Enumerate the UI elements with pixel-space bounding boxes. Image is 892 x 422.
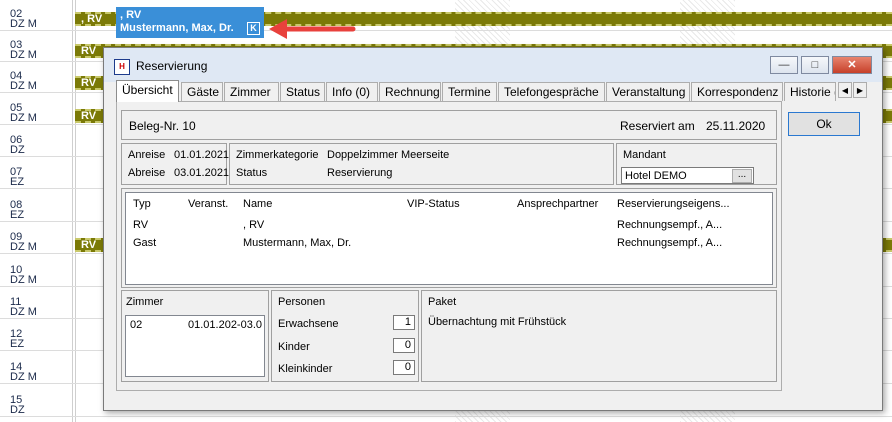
reservation-dialog: H Reservierung — □ ✕ Übersicht Gäste Zim… (103, 47, 883, 411)
kinder-label: Kinder (278, 341, 310, 353)
paket-label: Paket (428, 296, 457, 308)
tab-scroll-left-icon[interactable]: ◀ (838, 82, 852, 98)
mandant-browse-button[interactable]: ... (732, 169, 752, 183)
col-header-ansprechpartner[interactable]: Ansprechpartner (517, 198, 598, 210)
dialog-title: Reservierung (136, 59, 208, 73)
header-box: Beleg-Nr. 10 Reserviert am 25.11.2020 (121, 110, 777, 140)
room-label: 14 DZ M (10, 361, 37, 383)
zimmer-dates: 01.01.202-03.0 (188, 319, 263, 331)
cell-typ: Gast (133, 237, 157, 249)
tab-korrespondenz[interactable]: Korrespondenz (691, 82, 783, 101)
beleg-number: Beleg-Nr. 10 (129, 119, 196, 133)
red-arrow-icon (269, 19, 356, 39)
selected-booking-line1: , RV (120, 9, 142, 21)
room-label: 06 DZ (10, 134, 25, 156)
room-label: 09 DZ M (10, 231, 37, 253)
zimmer-label: Zimmer (126, 296, 164, 308)
abreise-label: Abreise (128, 167, 166, 179)
tab-veranstaltung[interactable]: Veranstaltung (606, 82, 690, 101)
room-label: 11 DZ M (10, 296, 37, 318)
room-label: 05 DZ M (10, 102, 37, 124)
status-label: Status (236, 167, 268, 179)
tab-uebersicht[interactable]: Übersicht (116, 80, 179, 102)
zimmer-box: Zimmer 02 01.01.202-03.0 (121, 290, 269, 382)
room-label: 15 DZ (10, 394, 25, 416)
col-header-reservierung[interactable]: Reservierungseigens... (617, 198, 730, 210)
abreise-date: 03.01.2021 (174, 167, 230, 179)
erwachsene-field[interactable]: 1 (393, 315, 415, 330)
zimmer-list[interactable]: 02 01.01.202-03.0 (125, 315, 265, 377)
status-value: Reservierung (327, 167, 393, 179)
room-label: 03 DZ M (10, 39, 37, 61)
maximize-button[interactable]: □ (801, 56, 829, 74)
room-label: 02 DZ M (10, 8, 37, 30)
personen-box: Personen Erwachsene 1 Kinder 0 Kleinkind… (271, 290, 419, 382)
booking-bar-label: , RV (81, 13, 103, 25)
kleinkinder-field[interactable]: 0 (393, 360, 415, 375)
paket-value: Übernachtung mit Frühstück (428, 316, 567, 328)
reserviert-date: 25.11.2020 (706, 119, 766, 133)
booking-bar-label: RV (81, 239, 97, 251)
room-label: 10 DZ M (10, 264, 37, 286)
tab-historie[interactable]: Historie ( (784, 82, 836, 101)
cell-name: Mustermann, Max, Dr. (243, 237, 352, 249)
booking-bar-label: RV (81, 45, 97, 57)
mandant-value: Hotel DEMO (625, 170, 687, 182)
minimize-button[interactable]: — (770, 56, 798, 74)
room-label: 08 EZ (10, 199, 25, 221)
booking-bar-label: RV (81, 110, 97, 122)
kinder-field[interactable]: 0 (393, 338, 415, 353)
cell-typ: RV (133, 219, 149, 231)
tab-status[interactable]: Status (280, 82, 325, 101)
selected-booking[interactable]: , RV Mustermann, Max, Dr. K (116, 7, 264, 38)
guest-list[interactable]: Typ Veranst. Name VIP-Status Ansprechpar… (125, 192, 773, 285)
overview-panel: Beleg-Nr. 10 Reserviert am 25.11.2020 An… (116, 101, 782, 391)
tab-info[interactable]: Info (0) (326, 82, 378, 101)
anreise-date: 01.01.2021 (174, 149, 230, 161)
dialog-titlebar[interactable]: H Reservierung — □ ✕ (104, 48, 882, 82)
erwachsene-label: Erwachsene (278, 318, 339, 330)
guests-box: Typ Veranst. Name VIP-Status Ansprechpar… (121, 188, 777, 288)
booking-bar-label: RV (81, 77, 97, 89)
paket-box: Paket Übernachtung mit Frühstück (421, 290, 777, 382)
selected-booking-name: Mustermann, Max, Dr. (120, 22, 234, 34)
col-header-typ[interactable]: Typ (133, 198, 151, 210)
reserviert-label: Reserviert am (620, 119, 695, 133)
zimmerkategorie-label: Zimmerkategorie (236, 149, 319, 161)
k-badge-icon[interactable]: K (247, 22, 260, 35)
room-label: 04 DZ M (10, 70, 37, 92)
app-icon: H (114, 59, 130, 75)
category-box: Zimmerkategorie Doppelzimmer Meerseite S… (229, 143, 614, 185)
tab-rechnung[interactable]: Rechnung (379, 82, 441, 101)
tab-gaeste[interactable]: Gäste (181, 82, 223, 101)
tab-telefongespraeche[interactable]: Telefongespräche (498, 82, 605, 101)
personen-label: Personen (278, 296, 326, 308)
anreise-label: Anreise (128, 149, 166, 161)
kleinkinder-label: Kleinkinder (278, 363, 333, 375)
room-label: 07 EZ (10, 166, 25, 188)
cell-name: , RV (243, 219, 265, 231)
col-header-vip[interactable]: VIP-Status (407, 198, 460, 210)
col-header-name[interactable]: Name (243, 198, 272, 210)
room-label: 12 EZ (10, 328, 25, 350)
zimmerkategorie-value: Doppelzimmer Meerseite (327, 149, 450, 161)
mandant-box: Mandant Hotel DEMO ... (616, 143, 777, 185)
tab-strip: Übersicht Gäste Zimmer Status Info (0) R… (116, 80, 870, 102)
close-button[interactable]: ✕ (832, 56, 872, 74)
cell-reservierung: Rechnungsempf., A... (617, 237, 723, 249)
tab-termine[interactable]: Termine (442, 82, 497, 101)
dates-box: Anreise 01.01.2021 Abreise 03.01.2021 (121, 143, 230, 185)
col-header-veranst[interactable]: Veranst. (188, 198, 228, 210)
tab-scroll-right-icon[interactable]: ▶ (853, 82, 867, 98)
cell-reservierung: Rechnungsempf., A... (617, 219, 723, 231)
mandant-field[interactable]: Hotel DEMO ... (621, 167, 754, 184)
mandant-label: Mandant (623, 149, 666, 161)
zimmer-room: 02 (130, 319, 143, 331)
ok-button[interactable]: Ok (788, 112, 860, 136)
tab-zimmer[interactable]: Zimmer (224, 82, 279, 101)
